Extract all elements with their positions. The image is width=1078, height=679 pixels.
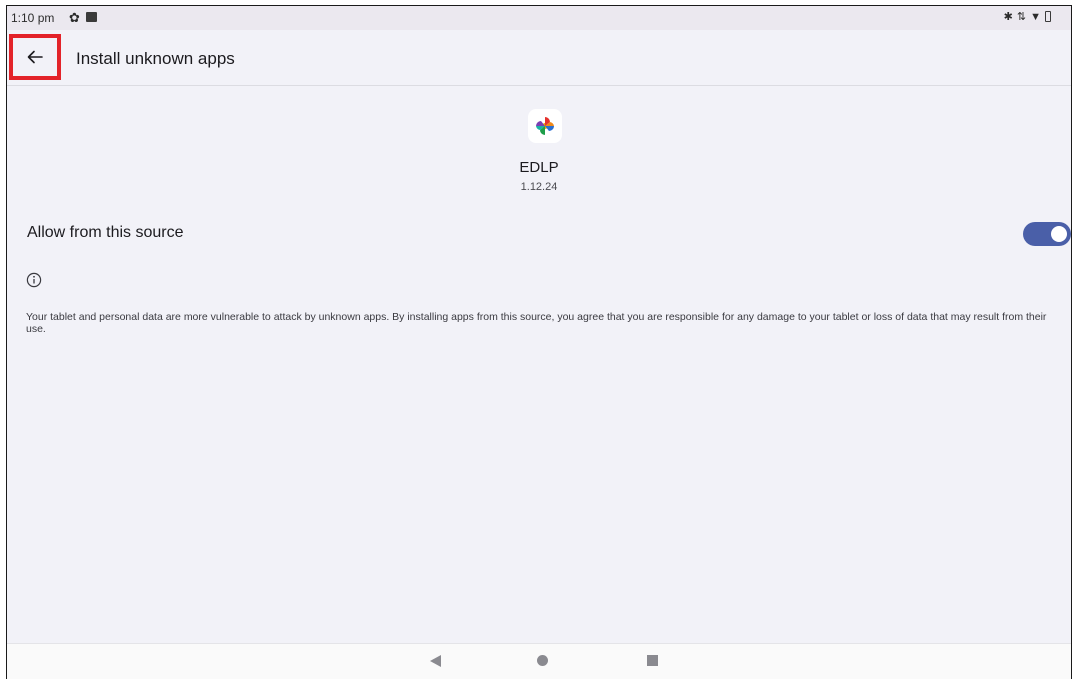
- warning-text: Your tablet and personal data are more v…: [26, 311, 1047, 335]
- nav-home-icon[interactable]: [537, 655, 548, 666]
- wifi-icon: ▼: [1030, 10, 1041, 23]
- battery-icon: [1045, 11, 1051, 22]
- info-icon: [26, 272, 42, 288]
- allow-from-source-toggle[interactable]: [1023, 222, 1071, 246]
- nav-recents-icon[interactable]: [647, 655, 658, 666]
- nav-back-icon[interactable]: [430, 655, 441, 667]
- gear-icon: ✿: [69, 10, 80, 25]
- app-version: 1.12.24: [520, 181, 558, 193]
- page-title: Install unknown apps: [76, 49, 235, 68]
- app-name: EDLP: [519, 159, 559, 176]
- navigation-bar: [7, 643, 1071, 679]
- allow-from-source-label: Allow from this source: [27, 224, 184, 241]
- photo-icon: [86, 12, 97, 22]
- pinwheel-app-icon: [528, 109, 562, 143]
- arrow-back-icon: [27, 50, 43, 64]
- pinwheel-app-icon-graphic: [536, 117, 554, 135]
- device-screen: 1:10 pm ✿ ✱ ⇅ ▼ Install unknown apps EDL…: [6, 5, 1072, 679]
- bluetooth-icon: ✱: [1003, 11, 1013, 23]
- status-icons: ✱ ⇅ ▼: [1004, 10, 1051, 23]
- app-bar: Install unknown apps: [7, 30, 1071, 86]
- status-time: 1:10 pm: [11, 11, 55, 25]
- toggle-thumb: [1051, 226, 1067, 242]
- status-bar: 1:10 pm ✿ ✱ ⇅ ▼: [7, 6, 1071, 30]
- back-button[interactable]: [9, 34, 61, 80]
- data-arrows-icon: ⇅: [1016, 11, 1027, 23]
